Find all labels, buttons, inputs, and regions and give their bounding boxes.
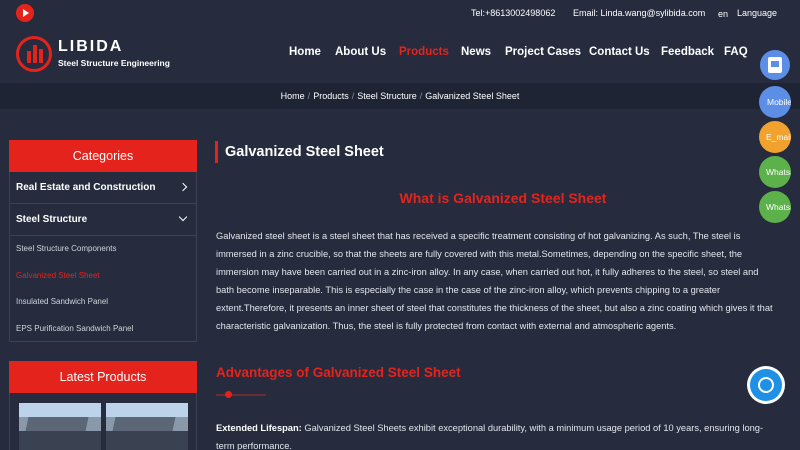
what-is-heading: What is Galvanized Steel Sheet [399, 190, 607, 206]
brand-name[interactable]: LIBIDA [58, 38, 123, 56]
chevron-down-icon [178, 212, 188, 222]
breadcrumb: Home / Products / Steel Structure / Galvanized… [280, 91, 520, 101]
email-address[interactable]: Email: Linda.wang@sylibida.com [573, 8, 705, 18]
nav-faq[interactable]: FAQ [724, 46, 748, 58]
youtube-icon[interactable] [16, 4, 34, 22]
advantages-heading: Advantages of Galvanized Steel Sheet [216, 365, 461, 380]
subcategory-insulated-sandwich-panel[interactable]: Insulated Sandwich Panel [16, 297, 108, 306]
nav-contact-us[interactable]: Contact Us [589, 46, 650, 58]
nav-news[interactable]: News [461, 46, 491, 58]
nav-about-us[interactable]: About Us [335, 46, 386, 58]
subcategory-galvanized-steel-sheet[interactable]: Galvanized Steel Sheet [16, 271, 100, 280]
heading-underline [216, 394, 266, 396]
categories-title: Categories [9, 140, 197, 172]
category-label: Real Estate and Construction [16, 182, 156, 193]
product-thumbnail[interactable] [19, 403, 101, 450]
breadcrumb-products[interactable]: Products [313, 91, 349, 101]
phone-number[interactable]: Tel:+8613002498062 [471, 8, 555, 18]
float-email-button[interactable]: E_mail [759, 121, 791, 153]
inquiry-icon[interactable] [760, 50, 790, 80]
title-accent-bar [215, 141, 218, 163]
breadcrumb-steel-structure[interactable]: Steel Structure [357, 91, 417, 101]
live-chat-icon[interactable] [747, 366, 785, 404]
category-real-estate[interactable]: Real Estate and Construction [10, 172, 196, 204]
nav-home[interactable]: Home [289, 46, 321, 58]
breadcrumb-home[interactable]: Home [281, 91, 305, 101]
heading-underline-dot [225, 391, 232, 398]
subcategory-eps-purification-panel[interactable]: EPS Purification Sandwich Panel [16, 324, 133, 333]
category-label: Steel Structure [16, 214, 88, 225]
nav-feedback[interactable]: Feedback [661, 46, 714, 58]
category-steel-structure[interactable]: Steel Structure [10, 204, 196, 236]
nav-products[interactable]: Products [399, 46, 449, 58]
language-selector[interactable]: Language [737, 8, 777, 18]
what-is-paragraph: Galvanized steel sheet is a steel sheet … [216, 231, 773, 331]
breadcrumb-current: Galvanized Steel Sheet [425, 91, 520, 101]
advantage-item: Extended Lifespan: Galvanized Steel Shee… [216, 419, 776, 450]
latest-products-title: Latest Products [9, 361, 197, 393]
brand-tagline: Steel Structure Engineering [58, 58, 170, 68]
subcategory-steel-structure-components[interactable]: Steel Structure Components [16, 244, 117, 253]
float-whatsapp-button[interactable]: Whatsapp [759, 156, 791, 188]
page-title: Galvanized Steel Sheet [225, 144, 384, 160]
advantage-label: Extended Lifespan: [216, 423, 302, 433]
float-whatsapp-button-2[interactable]: Whatsapp [759, 191, 791, 223]
libida-logo-icon[interactable] [16, 36, 52, 72]
float-mobile-button[interactable]: Mobile [759, 86, 791, 118]
language-code[interactable]: en [718, 9, 728, 19]
top-bar: Tel:+8613002498062 Email: Linda.wang@syl… [0, 0, 800, 26]
nav-project-cases[interactable]: Project Cases [505, 46, 581, 58]
product-thumbnail[interactable] [106, 403, 188, 450]
chevron-right-icon [178, 182, 188, 192]
